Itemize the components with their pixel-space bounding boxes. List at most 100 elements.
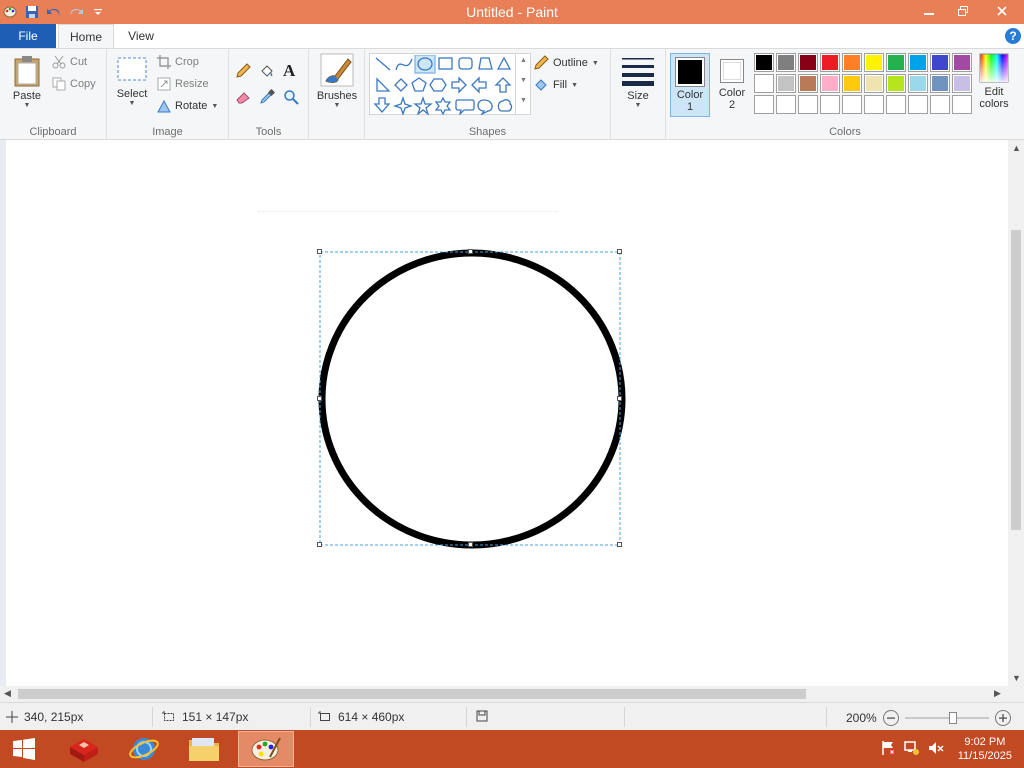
right-arrow-shape[interactable] bbox=[451, 76, 467, 94]
horizontal-scrollbar[interactable]: ◀ ▶ bbox=[0, 686, 1024, 702]
left-arrow-shape[interactable] bbox=[471, 76, 487, 94]
fill-button[interactable]: Fill ▼ bbox=[533, 77, 578, 93]
palette-swatch[interactable] bbox=[886, 53, 906, 72]
pentagon-shape[interactable] bbox=[411, 77, 427, 92]
scroll-down-icon[interactable]: ▼ bbox=[1012, 673, 1021, 683]
tab-home[interactable]: Home bbox=[58, 24, 114, 49]
palette-swatch[interactable] bbox=[754, 74, 774, 93]
drawn-circle[interactable] bbox=[318, 249, 626, 549]
curve-shape[interactable] bbox=[395, 58, 413, 71]
palette-swatch[interactable] bbox=[864, 95, 884, 114]
cloud-callout-shape[interactable] bbox=[497, 99, 513, 112]
palette-swatch[interactable] bbox=[798, 53, 818, 72]
palette-swatch[interactable] bbox=[776, 95, 796, 114]
four-point-star-shape[interactable] bbox=[392, 95, 414, 115]
volume-muted-icon[interactable] bbox=[928, 740, 944, 759]
action-center-flag-icon[interactable] bbox=[880, 740, 896, 759]
tab-view[interactable]: View bbox=[116, 24, 166, 48]
up-arrow-shape[interactable] bbox=[494, 77, 512, 93]
color1-button[interactable]: Color 1 bbox=[670, 53, 710, 117]
resize-handle-top-right[interactable] bbox=[617, 249, 622, 254]
palette-swatch[interactable] bbox=[864, 53, 884, 72]
palette-swatch[interactable] bbox=[886, 95, 906, 114]
drawing-canvas[interactable] bbox=[0, 140, 1008, 686]
palette-swatch[interactable] bbox=[776, 53, 796, 72]
palette-swatch[interactable] bbox=[754, 95, 774, 114]
polygon-shape[interactable] bbox=[478, 57, 493, 70]
zoom-slider[interactable] bbox=[904, 712, 989, 724]
taskbar-app-file-explorer[interactable] bbox=[176, 731, 232, 767]
canvas-work-area[interactable] bbox=[0, 140, 1008, 686]
palette-swatch[interactable] bbox=[930, 95, 950, 114]
palette-swatch[interactable] bbox=[864, 74, 884, 93]
palette-swatch[interactable] bbox=[842, 95, 862, 114]
magnifier-tool-button[interactable] bbox=[283, 89, 301, 107]
close-button[interactable] bbox=[980, 0, 1024, 22]
palette-swatch[interactable] bbox=[842, 74, 862, 93]
taskbar-app-toolbox[interactable] bbox=[56, 731, 112, 767]
scroll-left-icon[interactable]: ◀ bbox=[4, 688, 11, 699]
resize-handle-bottom[interactable] bbox=[468, 542, 473, 547]
restore-button[interactable] bbox=[946, 0, 980, 22]
text-tool-button[interactable]: A bbox=[283, 61, 301, 81]
palette-swatch[interactable] bbox=[886, 74, 906, 93]
rounded-callout-shape[interactable] bbox=[455, 99, 475, 115]
palette-swatch[interactable] bbox=[842, 53, 862, 72]
five-point-star-shape[interactable] bbox=[413, 95, 433, 115]
taskbar-clock[interactable]: 9:02 PM 11/15/2025 bbox=[952, 735, 1018, 763]
copy-button[interactable]: Copy bbox=[52, 77, 96, 91]
resize-handle-left[interactable] bbox=[317, 396, 322, 401]
palette-swatch[interactable] bbox=[820, 74, 840, 93]
triangle-shape[interactable] bbox=[496, 56, 512, 70]
eraser-tool-button[interactable] bbox=[235, 89, 253, 107]
palette-swatch[interactable] bbox=[820, 53, 840, 72]
resize-handle-bottom-right[interactable] bbox=[617, 542, 622, 547]
start-button[interactable] bbox=[0, 731, 48, 767]
size-button[interactable]: Size ▼ bbox=[617, 55, 659, 109]
resize-handle-top[interactable] bbox=[468, 249, 473, 254]
rounded-rectangle-shape[interactable] bbox=[458, 57, 473, 70]
crop-button[interactable]: Crop bbox=[157, 55, 199, 69]
network-icon[interactable] bbox=[904, 740, 920, 759]
oval-callout-shape[interactable] bbox=[477, 99, 493, 115]
edit-colors-button[interactable]: Edit colors bbox=[974, 53, 1014, 110]
palette-swatch[interactable] bbox=[776, 74, 796, 93]
minimize-button[interactable] bbox=[912, 0, 946, 22]
line-shape[interactable] bbox=[375, 57, 391, 71]
palette-swatch[interactable] bbox=[908, 95, 928, 114]
palette-swatch[interactable] bbox=[908, 74, 928, 93]
palette-swatch[interactable] bbox=[798, 95, 818, 114]
vertical-scroll-thumb[interactable] bbox=[1011, 230, 1021, 530]
zoom-out-button[interactable] bbox=[882, 710, 899, 726]
paste-button[interactable]: Paste ▼ bbox=[6, 55, 48, 109]
palette-swatch[interactable] bbox=[908, 53, 928, 72]
shapes-scrollbar[interactable]: ▲ ▼ ▼ bbox=[515, 53, 531, 115]
palette-swatch[interactable] bbox=[930, 53, 950, 72]
right-triangle-shape[interactable] bbox=[376, 77, 391, 92]
palette-swatch[interactable] bbox=[798, 74, 818, 93]
palette-swatch[interactable] bbox=[952, 95, 972, 114]
resize-button[interactable]: Resize bbox=[157, 77, 209, 91]
zoom-in-button[interactable] bbox=[994, 710, 1011, 726]
zoom-slider-thumb[interactable] bbox=[948, 712, 957, 724]
six-point-star-shape[interactable] bbox=[434, 96, 452, 115]
scroll-up-icon[interactable]: ▲ bbox=[1012, 143, 1021, 153]
vertical-scrollbar[interactable]: ▲ ▼ bbox=[1008, 140, 1024, 686]
pencil-tool-button[interactable] bbox=[235, 63, 253, 81]
outline-button[interactable]: Outline ▼ bbox=[533, 55, 599, 71]
horizontal-scroll-thumb[interactable] bbox=[18, 689, 806, 699]
fill-tool-button[interactable] bbox=[259, 63, 277, 81]
resize-handle-bottom-left[interactable] bbox=[317, 542, 322, 547]
palette-swatch[interactable] bbox=[820, 95, 840, 114]
tab-file[interactable]: File bbox=[0, 24, 56, 48]
color-picker-tool-button[interactable] bbox=[259, 88, 277, 107]
color2-button[interactable]: Color 2 bbox=[712, 53, 752, 117]
rectangle-shape[interactable] bbox=[438, 57, 453, 70]
select-button[interactable]: Select ▼ bbox=[113, 55, 151, 107]
resize-handle-right[interactable] bbox=[617, 396, 622, 401]
diamond-shape[interactable] bbox=[394, 78, 408, 92]
rotate-button[interactable]: Rotate ▼ bbox=[157, 99, 218, 113]
hexagon-shape[interactable] bbox=[429, 78, 447, 92]
resize-handle-top-left[interactable] bbox=[317, 249, 322, 254]
palette-swatch[interactable] bbox=[952, 74, 972, 93]
